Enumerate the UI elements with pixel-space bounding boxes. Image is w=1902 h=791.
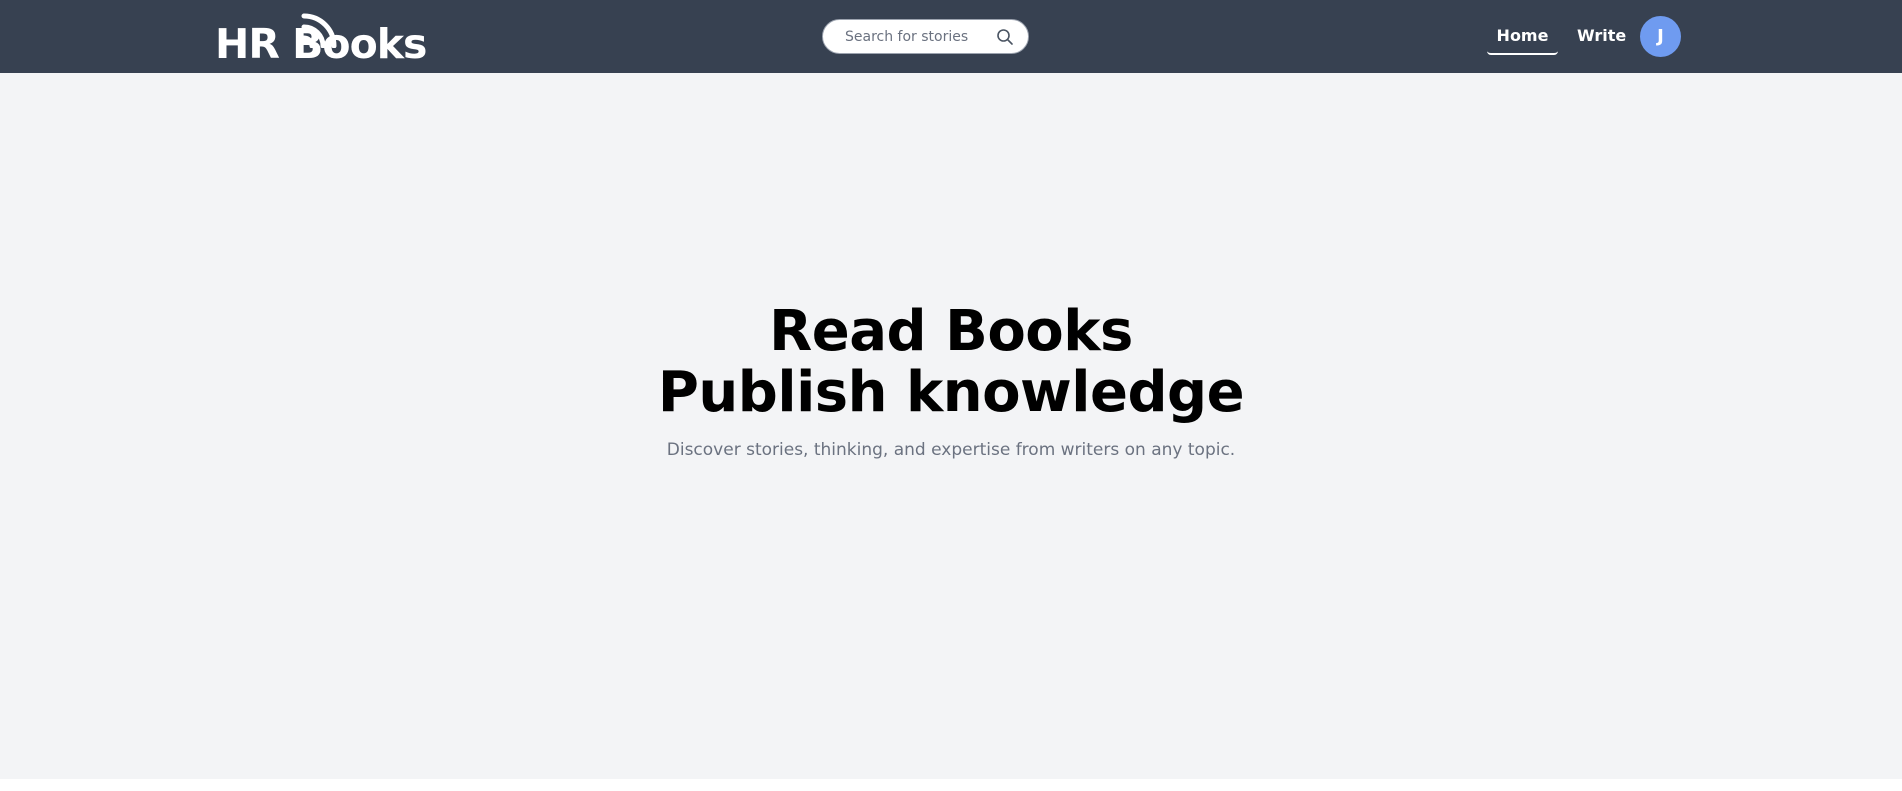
nav-write-link[interactable]: Write xyxy=(1577,24,1626,50)
hero-title-line-1: Read Books xyxy=(769,299,1133,364)
hero-title: Read Books Publish knowledge xyxy=(0,301,1902,423)
search-bar xyxy=(822,19,1029,54)
hero-section: Read Books Publish knowledge Discover st… xyxy=(0,73,1902,779)
top-navbar: HR Books Home Write J xyxy=(0,0,1902,73)
hr-books-logo[interactable]: HR Books xyxy=(215,8,427,66)
hero-title-line-2: Publish knowledge xyxy=(657,360,1245,425)
user-avatar[interactable]: J xyxy=(1640,16,1681,57)
hero-subtitle: Discover stories, thinking, and expertis… xyxy=(666,440,1236,460)
search-icon[interactable] xyxy=(996,28,1014,46)
nav-home-link[interactable]: Home xyxy=(1487,24,1558,55)
search-input[interactable] xyxy=(845,20,995,53)
signal-waves-icon xyxy=(301,13,337,48)
